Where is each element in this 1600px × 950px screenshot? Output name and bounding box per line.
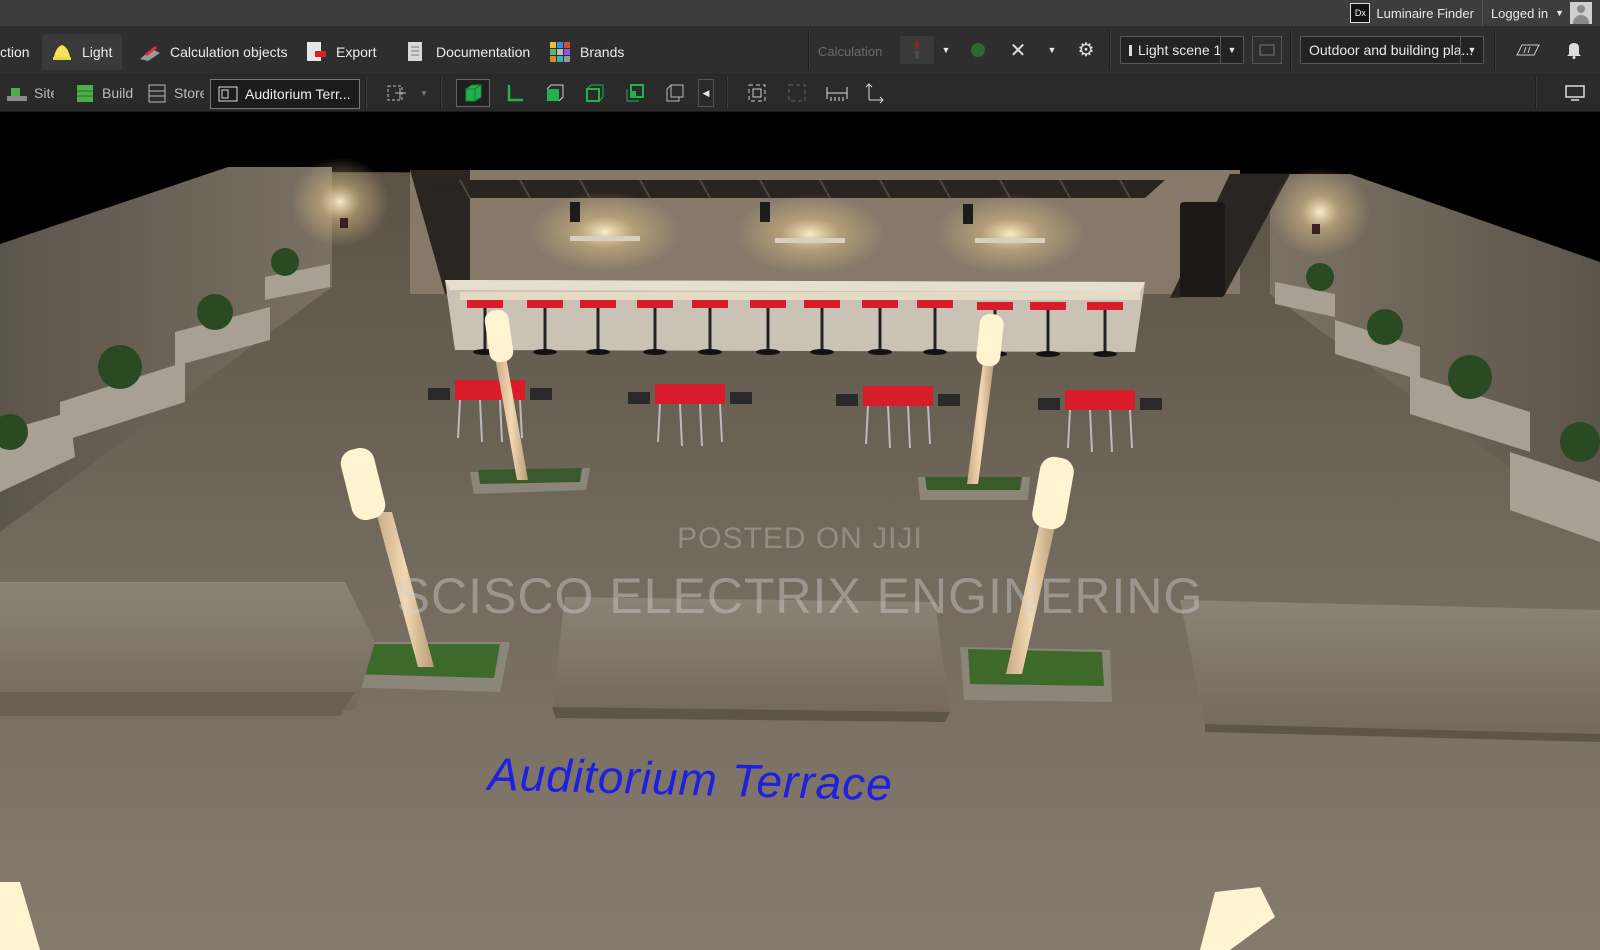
chevron-down-icon: ▼: [1220, 37, 1243, 63]
dialux-logo-icon: Dx: [1350, 3, 1371, 23]
menu-light[interactable]: Light: [42, 34, 123, 70]
chevron-down-icon: ▼: [1460, 37, 1483, 63]
building-icon: [74, 83, 96, 103]
watermark-company: SCISCO ELECTRIX ENGINERING: [396, 568, 1204, 624]
calculation-status-icon[interactable]: [900, 36, 934, 64]
3d-viewport[interactable]: POSTED ON JIJI SCISCO ELECTRIX ENGINERIN…: [0, 112, 1600, 950]
view-right-icon[interactable]: [618, 79, 652, 107]
storey-icon: [146, 83, 168, 103]
plan-view-select[interactable]: Outdoor and building pla... ▼: [1300, 36, 1484, 64]
title-bar: Dx Luminaire Finder Logged in ▼: [0, 0, 1600, 26]
toolbar-divider: [1535, 77, 1537, 109]
room-selector[interactable]: Auditorium Terr...: [210, 79, 360, 109]
select-area-icon[interactable]: [380, 79, 414, 107]
menu-construction[interactable]: ction: [0, 34, 30, 70]
luminaire-finder-label: Luminaire Finder: [1376, 5, 1474, 21]
login-label: Logged in: [1490, 5, 1549, 21]
luminaire-finder-button[interactable]: Dx Luminaire Finder: [1342, 0, 1482, 26]
menu-documentation-label: Documentation: [436, 44, 531, 60]
menu-light-label: Light: [82, 44, 113, 60]
measure-horizontal-icon[interactable]: [820, 79, 854, 107]
title-bar-right: Dx Luminaire Finder Logged in ▼: [1342, 0, 1600, 26]
menu-documentation[interactable]: Documentation: [404, 34, 530, 70]
calculation-dropdown-icon[interactable]: ▼: [936, 36, 956, 64]
login-menu[interactable]: Logged in ▼: [1481, 0, 1600, 26]
menu-calculation-objects[interactable]: Calculation objects: [138, 34, 288, 70]
lamp-icon: [50, 41, 74, 63]
export-icon: [304, 41, 328, 63]
building-button[interactable]: Buildi: [74, 79, 134, 107]
menu-brands[interactable]: Brands: [548, 34, 624, 70]
site-button[interactable]: Site: [6, 79, 54, 107]
storey-button[interactable]: Store: [146, 79, 204, 107]
menu-export[interactable]: Export: [304, 34, 376, 70]
site-icon: [6, 83, 28, 103]
menu-export-label: Export: [336, 44, 377, 60]
light-scene-value: Light scene 1: [1138, 42, 1222, 58]
calculation-ok-icon[interactable]: [964, 36, 992, 64]
building-label: Buildi: [102, 85, 134, 101]
watermark-posted-on: POSTED ON JIJI: [677, 522, 923, 555]
menu-construction-label: ction: [0, 44, 30, 60]
select-area-dropdown-icon[interactable]: ▼: [414, 79, 434, 107]
cancel-icon[interactable]: ✕: [1004, 36, 1032, 64]
menu-divider: [1109, 30, 1111, 70]
view-toolbar: Site Buildi Store Auditorium Terr... ▼: [0, 75, 1600, 112]
chevron-down-icon: ▼: [1555, 8, 1564, 18]
toolbar-divider: [726, 77, 728, 109]
menu-divider: [808, 30, 810, 70]
scene-monitor-icon[interactable]: [1252, 36, 1282, 64]
menu-divider: [1290, 30, 1292, 70]
site-label: Site: [34, 85, 54, 101]
display-mode-icon[interactable]: [1558, 79, 1592, 107]
user-avatar-icon[interactable]: [1570, 2, 1592, 24]
cancel-dropdown-icon[interactable]: ▼: [1042, 36, 1062, 64]
plan-view-value: Outdoor and building pla...: [1309, 42, 1474, 58]
brands-icon: [548, 41, 572, 63]
collapse-views-icon[interactable]: ◀: [698, 79, 714, 107]
right-door-arch: [1180, 202, 1225, 297]
measure-vertical-icon[interactable]: [858, 79, 892, 107]
eraser-icon[interactable]: [1512, 38, 1544, 62]
main-menu-bar: ction Light Calculation objects Export D…: [0, 26, 1600, 75]
view-3d-icon[interactable]: [456, 79, 490, 107]
zoom-extents-icon[interactable]: [740, 79, 774, 107]
toolbar-divider: [440, 77, 442, 109]
menu-calculation-objects-label: Calculation objects: [170, 44, 288, 60]
storey-label: Store: [174, 85, 204, 101]
view-floor-icon[interactable]: [498, 79, 532, 107]
settings-gear-icon[interactable]: ⚙: [1072, 36, 1100, 64]
documentation-icon: [404, 41, 428, 63]
notification-bell-icon[interactable]: [1560, 36, 1588, 64]
light-scene-marker-icon: [1129, 44, 1132, 56]
room-label: Auditorium Terr...: [245, 86, 351, 102]
calculation-objects-icon: [138, 41, 162, 63]
menu-brands-label: Brands: [580, 44, 625, 60]
view-back-icon[interactable]: [658, 79, 692, 107]
room-name-label: Auditorium Terrace: [487, 747, 894, 811]
zoom-selection-icon[interactable]: [780, 79, 814, 107]
light-scene-select[interactable]: Light scene 1 ▼: [1120, 36, 1244, 64]
room-icon: [217, 84, 239, 104]
toolbar-divider: [365, 77, 367, 109]
view-left-icon[interactable]: [578, 79, 612, 107]
menu-divider: [1494, 30, 1496, 70]
view-front-icon[interactable]: [538, 79, 572, 107]
calculation-button[interactable]: Calculation: [818, 40, 882, 62]
